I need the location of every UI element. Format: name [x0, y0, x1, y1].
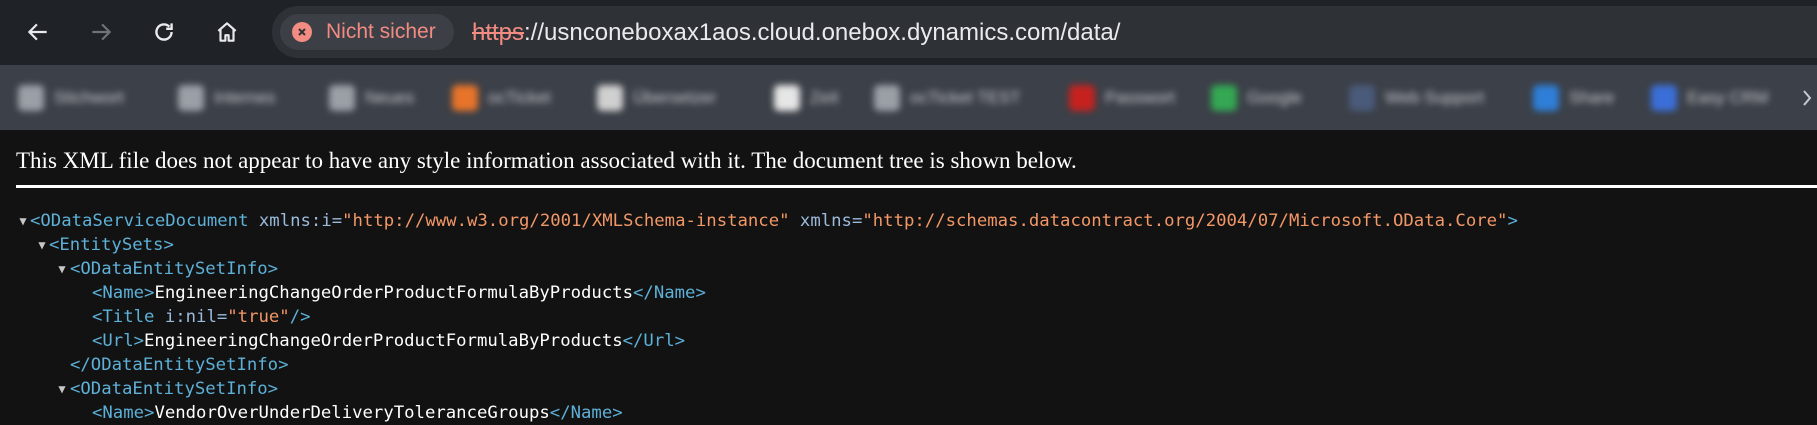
xml-text: EngineeringChangeOrderProductFormulaByPr… [154, 283, 634, 303]
xml-tag: <ODataEntitySetInfo> [70, 259, 279, 279]
bookmark-item[interactable]: Übersetzer [597, 85, 716, 111]
bookmark-label: ocTicket [488, 88, 551, 107]
globe-icon [874, 85, 900, 111]
xml-tag: </ODataEntitySetInfo> [70, 355, 289, 375]
xml-text: EngineeringChangeOrderProductFormulaByPr… [144, 331, 623, 351]
bookmark-label: Easy CRM [1687, 88, 1769, 107]
bookmark-item[interactable]: Web Support [1349, 85, 1484, 111]
folder-icon [18, 85, 44, 111]
bookmarks-bar: Stichwort Internes Neues ocTicket Übersetzer… [0, 65, 1817, 130]
url-text[interactable]: https://usnconeboxax1aos.cloud.onebox.dy… [472, 19, 1120, 47]
bookmarks-overflow-button[interactable] [1800, 87, 1814, 109]
forward-arrow-icon [92, 23, 112, 41]
home-icon [217, 22, 237, 42]
back-button[interactable] [18, 12, 58, 52]
xml-tag: <Url> [92, 331, 145, 351]
xml-attr-name: i:nil= [154, 307, 228, 327]
bookmark-label: Übersetzer [633, 88, 717, 107]
xml-tag: <ODataEntitySetInfo> [70, 379, 279, 399]
bookmark-label: Stichwort [54, 88, 124, 107]
xml-tag: </Name> [633, 283, 706, 303]
reload-button[interactable] [144, 12, 184, 52]
folder-icon [329, 85, 355, 111]
xml-text: VendorOverUnderDeliveryToleranceGroups [154, 403, 550, 423]
xml-attr-value: "true" [227, 307, 290, 327]
xml-attr-value: "http://www.w3.org/2001/XMLSchema-instan… [342, 211, 790, 231]
bookmark-label: Zeit [810, 88, 839, 107]
xml-style-notice: This XML file does not appear to have an… [16, 148, 1077, 173]
bookmark-item[interactable]: ocTicket [452, 85, 551, 111]
xml-tag: /> [289, 307, 311, 327]
bookmark-item[interactable]: Share [1533, 85, 1614, 111]
folder-icon [178, 85, 204, 111]
app-icon [452, 85, 478, 111]
xml-tag: > [1507, 211, 1518, 231]
xml-tag: <ODataServiceDocument [30, 211, 249, 231]
app-icon [1533, 85, 1559, 111]
collapse-toggle-icon[interactable]: ▼ [16, 209, 30, 233]
globe-icon [597, 85, 623, 111]
back-arrow-icon [27, 23, 47, 41]
xml-viewer: This XML file does not appear to have an… [0, 130, 1817, 423]
not-secure-icon [292, 22, 312, 42]
browser-toolbar: Nicht sicher https://usnconeboxax1aos.cl… [0, 0, 1817, 65]
bookmark-label: Google [1247, 88, 1302, 107]
bookmark-item[interactable]: Stichwort [18, 85, 124, 111]
app-icon [1349, 85, 1375, 111]
drive-icon [1211, 85, 1237, 111]
bookmark-item[interactable]: Easy CRM [1651, 85, 1768, 111]
bookmark-label: ocTicket TEST [910, 88, 1021, 107]
reload-icon [155, 23, 173, 41]
bookmark-label: Internes [214, 88, 276, 107]
bookmark-item[interactable]: Passwort [1069, 85, 1175, 111]
xml-tag: <Title [92, 307, 155, 327]
xml-tag: </Name> [549, 403, 623, 423]
bookmark-label: Web Support [1385, 88, 1484, 107]
forward-button[interactable] [81, 12, 121, 52]
chevron-right-icon [1803, 90, 1812, 106]
xml-attr-value: "http://schemas.datacontract.org/2004/07… [862, 211, 1508, 231]
bookmark-item[interactable]: Neues [329, 85, 414, 111]
url-rest: ://usnconeboxax1aos.cloud.onebox.dynamic… [524, 19, 1121, 46]
security-chip[interactable]: Nicht sicher [280, 14, 454, 50]
xml-attr-name: xmlns:i= [248, 211, 343, 231]
bookmark-item[interactable]: ocTicket TEST [874, 85, 1021, 111]
bookmark-item[interactable]: Internes [178, 85, 275, 111]
xml-attr-name: xmlns= [789, 211, 863, 231]
address-bar[interactable]: Nicht sicher https://usnconeboxax1aos.cl… [272, 6, 1817, 58]
security-label: Nicht sicher [326, 20, 436, 43]
bookmark-item[interactable]: Zeit [774, 85, 838, 111]
bookmark-item[interactable]: Google [1211, 85, 1302, 111]
bookmark-label: Passwort [1105, 88, 1175, 107]
collapse-toggle-icon[interactable]: ▼ [55, 257, 69, 281]
home-button[interactable] [207, 12, 247, 52]
bookmark-label: Neues [365, 88, 415, 107]
app-icon [1651, 85, 1677, 111]
xml-tag: <Name> [92, 283, 155, 303]
notice-divider [16, 185, 1817, 188]
bookmark-label: Share [1569, 88, 1615, 107]
xml-tag: <EntitySets> [49, 235, 174, 255]
collapse-toggle-icon[interactable]: ▼ [35, 233, 49, 257]
app-icon [1069, 85, 1095, 111]
xml-tag: <Name> [92, 403, 155, 423]
page-icon [774, 85, 800, 111]
collapse-toggle-icon[interactable]: ▼ [55, 377, 69, 401]
xml-tag: </Url> [622, 331, 686, 351]
url-scheme: https [472, 19, 525, 46]
